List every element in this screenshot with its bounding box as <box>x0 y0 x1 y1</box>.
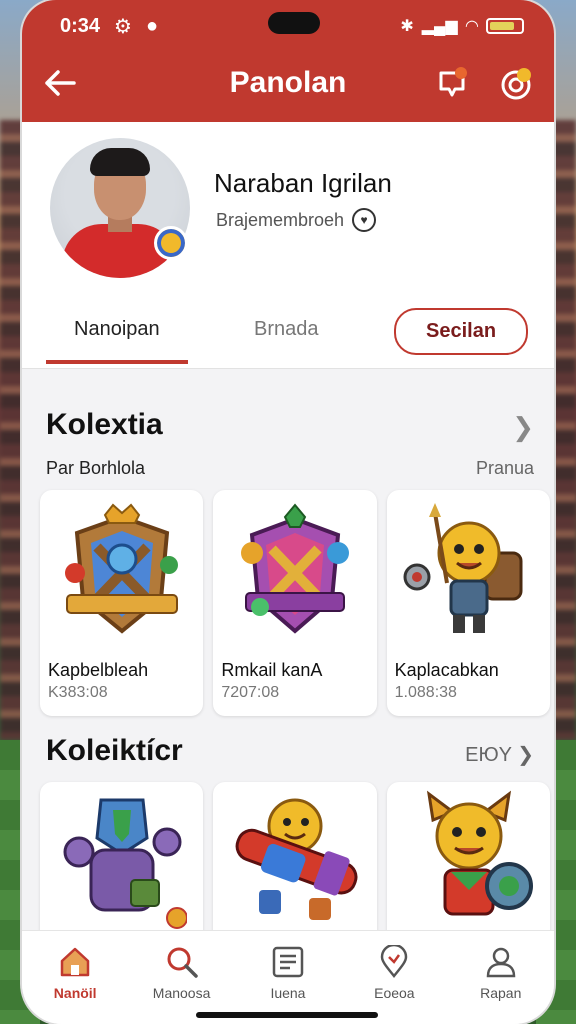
back-button[interactable] <box>40 63 80 103</box>
shield-crest-icon <box>50 498 194 648</box>
tab-brnada[interactable]: Brnada <box>254 318 319 341</box>
tab-nanoipan[interactable]: Nanoipan <box>46 318 188 364</box>
profile-tabs: Nanoipan Brnada Secilan <box>22 308 554 368</box>
camera-notch <box>268 12 320 34</box>
nav-list[interactable]: Iuena <box>238 945 338 1001</box>
home-indicator <box>196 1012 378 1018</box>
nav-location-label: Eoeoa <box>374 985 415 1001</box>
user-handle: Brajemembroeh ♥ <box>216 208 377 232</box>
nav-search-label: Manoosa <box>152 985 211 1001</box>
user-name: Naraban Igrilan <box>214 168 392 198</box>
cannon-character-icon <box>223 790 367 930</box>
nav-home-label: Nanöil <box>53 985 97 1001</box>
collection-card[interactable]: Rmkail kanA 7207:08 <box>213 490 377 716</box>
see-all-link[interactable]: EЮY ❯ <box>465 742 534 767</box>
bluetooth-icon: ✱ <box>400 18 414 35</box>
coins-button[interactable] <box>496 63 536 103</box>
phone-frame: 0:34 ⚙ ● ✱ ▂▄▆ ◠ Panolan Naraban Igrilan… <box>22 0 554 1024</box>
battery-icon <box>486 18 524 34</box>
record-status-icon: ● <box>145 14 159 37</box>
heart-icon[interactable]: ♥ <box>352 208 377 232</box>
search-icon <box>167 947 198 978</box>
user-icon <box>486 947 516 978</box>
see-all-label: EЮY <box>465 744 512 766</box>
nav-search[interactable]: Manoosa <box>132 945 232 1001</box>
chevron-right-icon: ❯ <box>517 744 534 766</box>
magic-crest-icon <box>223 498 367 648</box>
collector-card[interactable] <box>40 782 204 942</box>
collector-card[interactable] <box>386 782 550 942</box>
see-more-link[interactable]: Pranua <box>476 458 534 479</box>
card-name: Rmkail kanA <box>221 660 323 680</box>
page-title: Panolan <box>229 66 347 99</box>
adventurer-character-icon <box>397 498 541 648</box>
user-handle-text: Brajemembroeh <box>216 209 345 230</box>
coin-icon <box>501 68 531 100</box>
card-name: Kapbelbleah <box>48 660 149 680</box>
nav-location[interactable]: Eoeoa <box>344 945 444 1001</box>
card-value: 1.088:38 <box>394 684 457 701</box>
home-icon <box>60 947 90 977</box>
nav-home[interactable]: Nanöil <box>25 945 125 1001</box>
collection-card[interactable]: Kapbelbleah K383:08 <box>40 490 204 716</box>
bell-icon <box>439 67 467 97</box>
card-name: Kaplacabkan <box>394 660 499 680</box>
settings-status-icon: ⚙ <box>114 15 132 38</box>
robot-knight-icon <box>50 790 194 930</box>
divider <box>22 368 554 369</box>
list-icon <box>272 946 304 978</box>
card-value: K383:08 <box>48 684 108 701</box>
profile-panel: Naraban Igrilan Brajemembroeh ♥ Nanoipan… <box>22 122 554 369</box>
nav-profile[interactable]: Rapan <box>451 945 551 1001</box>
section-title: Kolextia <box>46 408 163 441</box>
arrow-left-icon <box>45 70 76 96</box>
collector-cards <box>40 782 550 942</box>
collector-card[interactable] <box>213 782 377 942</box>
app-header: 0:34 ⚙ ● ✱ ▂▄▆ ◠ Panolan <box>22 0 554 122</box>
team-badge-icon <box>154 226 188 260</box>
card-value: 7207:08 <box>221 684 280 701</box>
tab-secilan-button[interactable]: Secilan <box>394 308 529 355</box>
section-subtitle: Par Borhlola <box>46 458 146 478</box>
fox-warrior-icon <box>397 790 541 930</box>
collection-cards: Kapbelbleah K383:08 Rmkail kanA 7207:08 … <box>40 490 550 716</box>
notification-button[interactable] <box>432 63 472 103</box>
wifi-icon: ◠ <box>465 18 478 35</box>
status-time: 0:34 <box>60 14 101 37</box>
collection-card[interactable]: Kaplacabkan 1.088:38 <box>386 490 550 716</box>
location-pin-icon <box>381 945 408 978</box>
section-title: Koleiktícr <box>46 734 183 767</box>
bottom-nav: Nanöil Manoosa Iuena Eoeoa Rapan <box>22 930 554 1024</box>
chevron-right-icon[interactable]: ❯ <box>512 412 534 443</box>
signal-icon: ▂▄▆ <box>421 18 458 35</box>
nav-profile-label: Rapan <box>480 985 522 1001</box>
nav-list-label: Iuena <box>270 985 306 1001</box>
